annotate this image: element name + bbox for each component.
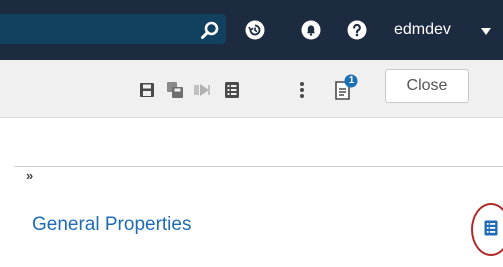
properties-icon[interactable] — [222, 80, 242, 100]
more-actions-icon[interactable] — [292, 80, 312, 100]
save-icon[interactable] — [137, 80, 157, 100]
properties-icon[interactable] — [484, 220, 498, 236]
search-field[interactable] — [0, 14, 226, 44]
history-icon[interactable] — [244, 19, 266, 41]
save-as-icon[interactable] — [165, 80, 185, 100]
app-window: edmdev 1 Close » General Properties — [0, 0, 503, 267]
notes-icon[interactable]: 1 — [331, 74, 359, 102]
toolbar: 1 Close — [0, 60, 503, 118]
collapse-toggle[interactable]: » — [26, 169, 33, 183]
search-icon[interactable] — [199, 19, 221, 41]
user-name[interactable]: edmdev — [394, 20, 451, 40]
help-icon[interactable] — [346, 19, 368, 41]
notification-badge-count: 1 — [348, 75, 355, 86]
notifications-icon[interactable] — [300, 19, 322, 41]
panel-divider — [14, 166, 503, 167]
close-button[interactable]: Close — [385, 69, 469, 103]
section-title: General Properties — [32, 214, 192, 235]
run-icon[interactable] — [193, 80, 213, 100]
top-banner: edmdev — [0, 0, 503, 60]
chevron-down-icon[interactable] — [481, 28, 491, 35]
